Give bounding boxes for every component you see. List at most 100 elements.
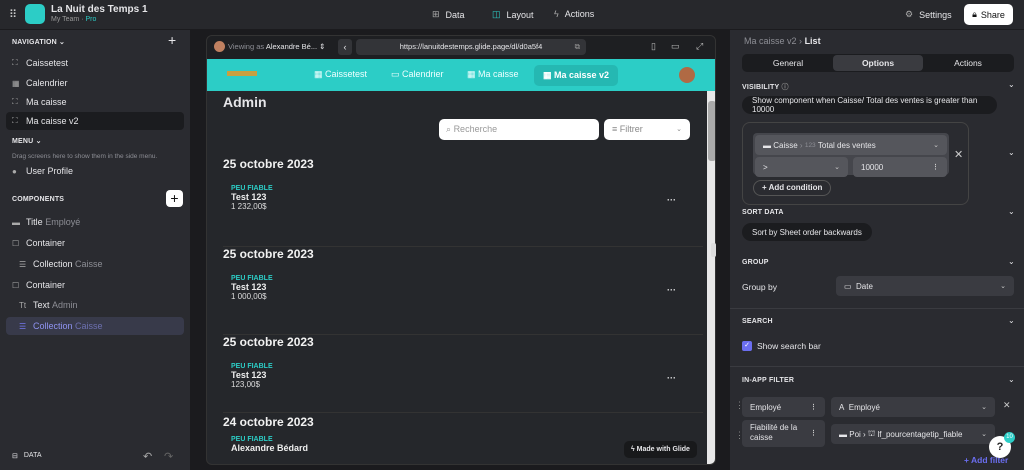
resize-handle[interactable] <box>711 243 716 257</box>
group-date: 25 octobre 2023 <box>223 335 314 349</box>
tab-layout[interactable]: ◫ Layout <box>492 9 534 20</box>
app-tab-calendrier[interactable]: ▭ Calendrier <box>391 69 444 80</box>
component-sub: Employé <box>45 217 81 227</box>
viewing-as-label: Viewing as <box>228 42 265 51</box>
list-item[interactable]: PEU FIABLE Test 123 123,00$ <box>231 363 703 389</box>
more-options-icon[interactable]: ··· <box>667 373 676 383</box>
sidebar-item-calendrier[interactable]: ▦ Calendrier <box>6 74 184 92</box>
divider <box>730 366 1024 367</box>
close-icon[interactable]: ✕ <box>954 148 963 161</box>
chevron-down-icon[interactable]: ⌄ <box>1008 257 1015 266</box>
item-amount: 123,00$ <box>231 380 260 389</box>
more-options-icon[interactable]: ··· <box>667 285 676 295</box>
filter-column-select[interactable]: A Employé ⌄ <box>831 397 995 417</box>
search-placeholder: Recherche <box>453 124 498 134</box>
tab-options[interactable]: Options <box>833 55 923 71</box>
filter-column-select[interactable]: ▬ Poi › ⛫ lf_pourcentagetip_fiable ⌄ <box>831 424 995 444</box>
back-button[interactable]: ‹ <box>338 39 352 55</box>
fullscreen-icon[interactable]: ⤢ <box>696 41 703 52</box>
component-sub: Caisse <box>75 321 103 331</box>
add-component-button[interactable]: + <box>166 190 183 207</box>
component-type: Collection <box>33 321 73 331</box>
nav-label: Caissetest <box>26 58 69 68</box>
sidebar-item-user-profile[interactable]: ● User Profile <box>6 162 184 180</box>
user-icon: ● <box>12 166 17 176</box>
search-input[interactable]: ⌕ Recherche <box>439 119 599 140</box>
settings-label: Settings <box>919 9 952 20</box>
group-date: 25 octobre 2023 <box>223 157 314 171</box>
visibility-heading: VISIBILITY ⓘ <box>742 82 789 92</box>
scrollbar[interactable] <box>707 91 715 464</box>
made-with-glide-badge[interactable]: ϟ Made with Glide <box>624 441 697 458</box>
left-sidebar: NAVIGATION ⌄ + ⛶ Caissetest ▦ Calendrier ⛶… <box>0 30 190 470</box>
search-heading: SEARCH <box>742 318 773 325</box>
sort-select[interactable]: Sort by Sheet order backwards <box>742 223 872 241</box>
app-tab-caissetest[interactable]: ▦ Caissetest <box>314 69 367 80</box>
chevron-down-icon: ⌄ <box>676 126 682 133</box>
filter-name-input[interactable]: Fiabilité de la caisse ⋮ <box>742 420 825 447</box>
settings-button[interactable]: ⚙ Settings <box>905 9 952 20</box>
add-screen-button[interactable]: + <box>168 32 176 48</box>
sidebar-item-ma-caisse-v2[interactable]: ⛶ Ma caisse v2 <box>6 112 184 130</box>
info-icon[interactable]: ⓘ <box>781 84 788 91</box>
external-link-icon[interactable]: ⧉ <box>575 39 580 55</box>
component-collection[interactable]: ☰ Collection Caisse <box>6 255 184 273</box>
group-by-select[interactable]: ▭ Date ⌄ <box>836 276 1014 296</box>
chevron-down-icon[interactable]: ⌄ <box>1008 207 1015 216</box>
share-button[interactable]: 🔒︎ Share <box>964 4 1013 25</box>
tab-actions[interactable]: Actions <box>923 55 1013 71</box>
component-type: Container <box>26 238 66 248</box>
condition-value-input[interactable]: 10000 ⋮ <box>853 157 947 177</box>
apps-grid-icon[interactable]: ⠿ <box>9 8 17 21</box>
tab-general[interactable]: General <box>743 55 833 71</box>
navigation-heading[interactable]: NAVIGATION ⌄ <box>12 38 65 46</box>
nav-label: Calendrier <box>26 78 68 88</box>
viewing-as-selector[interactable]: Viewing as Alexandre Bé... ⇕ <box>228 42 325 51</box>
add-condition-button[interactable]: + Add condition <box>753 180 832 196</box>
component-container[interactable]: ☐ Container <box>6 276 184 294</box>
filter-value: Employé <box>848 402 880 412</box>
component-collection-selected[interactable]: ☰ Collection Caisse <box>6 317 184 335</box>
component-sub: Admin <box>52 300 78 310</box>
app-header-logo <box>227 71 257 76</box>
chevron-down-icon[interactable]: ⌄ <box>1008 80 1015 89</box>
component-text[interactable]: Tt Text Admin <box>6 296 184 314</box>
tablet-view-icon[interactable]: ▭ <box>671 41 680 52</box>
component-title[interactable]: ▬ Title Employé <box>6 213 184 231</box>
app-title[interactable]: La Nuit des Temps 1 <box>51 4 148 15</box>
sidebar-item-ma-caisse[interactable]: ⛶ Ma caisse <box>6 93 184 111</box>
url-text: https://lanuitdestemps.glide.page/dl/d0a… <box>399 42 543 51</box>
condition-operator-select[interactable]: > ⌄ <box>755 157 848 177</box>
component-container[interactable]: ☐ Container <box>6 234 184 252</box>
screen-icon: ⛶ <box>12 116 18 125</box>
properties-panel: Ma caisse v2 › List General Options Acti… <box>730 30 1024 470</box>
show-search-checkbox[interactable]: ✓ Show search bar <box>742 341 821 351</box>
tab-actions[interactable]: ϟ Actions <box>554 9 594 19</box>
sidebar-item-caissetest[interactable]: ⛶ Caissetest <box>6 54 184 72</box>
filter-name-input[interactable]: Employé ⋮ <box>742 397 825 417</box>
user-avatar[interactable] <box>679 67 695 83</box>
list-item[interactable]: PEU FIABLE Test 123 1 232,00$ <box>231 185 703 211</box>
phone-view-icon[interactable]: ▯ <box>651 41 656 52</box>
lightning-icon: ϟ <box>554 9 559 19</box>
breadcrumb-parent[interactable]: Ma caisse v2 <box>744 36 797 46</box>
remove-filter-icon[interactable]: ✕ <box>1003 400 1011 411</box>
data-button[interactable]: ⊟ DATA <box>12 452 42 460</box>
visibility-summary[interactable]: Show component when Caisse/ Total des ve… <box>742 96 997 114</box>
app-tab-ma-caisse-v2[interactable]: ▦ Ma caisse v2 <box>534 65 619 86</box>
menu-heading[interactable]: MENU ⌄ <box>12 137 42 145</box>
filter-button[interactable]: ≡ Filtrer ⌄ <box>604 119 690 140</box>
chevron-down-icon[interactable]: ⌄ <box>1008 375 1015 384</box>
tab-data[interactable]: ⊞ Data <box>432 9 465 20</box>
condition-column-select[interactable]: ▬ Caisse › 123 Total des ventes ⌄ <box>755 135 947 155</box>
url-bar[interactable]: https://lanuitdestemps.glide.page/dl/d0a… <box>356 39 586 55</box>
more-options-icon[interactable]: ··· <box>667 195 676 205</box>
title-icon: ▬ <box>12 217 20 227</box>
component-type: Collection <box>33 259 73 269</box>
chevron-down-icon[interactable]: ⌄ <box>1008 148 1015 157</box>
undo-icon[interactable]: ↶ <box>143 450 152 463</box>
redo-icon[interactable]: ↷ <box>164 450 173 463</box>
list-item[interactable]: PEU FIABLE Test 123 1 000,00$ <box>231 275 703 301</box>
chevron-down-icon[interactable]: ⌄ <box>1008 316 1015 325</box>
app-tab-ma-caisse[interactable]: ▦ Ma caisse <box>467 69 519 80</box>
